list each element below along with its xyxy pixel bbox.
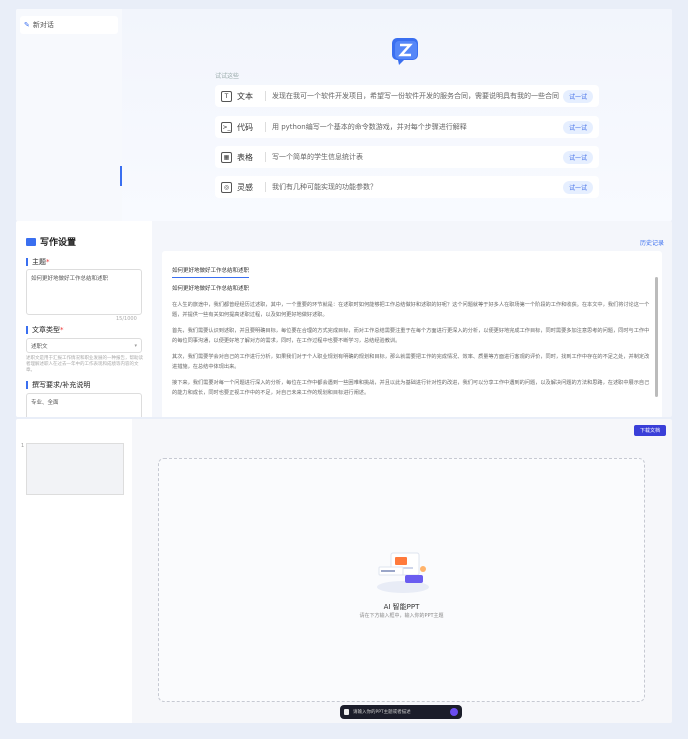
example-card[interactable]: T 文本 发现在我可一个软件开发项目，希望写一份软件开发的服务合同，需要说明具有我的… (215, 85, 599, 107)
ppt-prompt-bar[interactable]: 请输入你的PPT主题或者描述 (340, 705, 462, 719)
try-button[interactable]: 试一试 (562, 120, 593, 134)
writing-icon (26, 237, 36, 246)
example-card[interactable]: >_ 代码 用 python编写一个基本的命令数游戏，并对每个步骤进行解释 试一试 (215, 116, 599, 138)
article-type-select[interactable]: 述职文 ▾ (26, 338, 142, 353)
divider (265, 91, 266, 101)
slide-list: 1 (16, 419, 132, 723)
example-icon: >_ (221, 121, 232, 133)
example-text: 发现在我可一个软件开发项目，希望写一份软件开发的服务合同，需要说明具有我的一些合… (272, 92, 559, 100)
slide-thumbnail[interactable] (26, 443, 124, 495)
new-chat-label: 新对话 (32, 21, 54, 29)
char-count: 15/1000 (116, 316, 137, 322)
try-button[interactable]: 试一试 (562, 180, 593, 194)
doc-scrollbar[interactable] (655, 277, 658, 397)
doc-paragraph: 接下来，我们需要对每一个问题进行深入的分析，每位在工作中都会遇到一些困难和挑战，… (172, 380, 650, 396)
history-link[interactable]: 历史记录 (640, 238, 664, 247)
ppt-illustration-icon (377, 552, 429, 593)
divider (265, 182, 266, 192)
example-name: 灵感 (237, 182, 253, 192)
examples-label: 试试这些 (215, 73, 240, 80)
example-name: 代码 (237, 122, 253, 132)
document-view: 如何更好地做好工作总结和述职 如何更好地做好工作总结和述职 在人生的旅途中，我们… (162, 251, 662, 417)
chat-home-panel: ✎ 新对话 试试这些 T 文本 发现在我可一个软件开发项目，希望写一份软件开发的服务… (16, 9, 672, 221)
sidebar: ✎ 新对话 (16, 9, 122, 221)
chevron-down-icon: ▾ (134, 342, 137, 349)
canvas-subtitle: 请在下方输入框中，输入你的PPT主题 (359, 613, 444, 619)
settings-title-text: 写作设置 (40, 238, 77, 248)
writing-panel: 写作设置 主题* 如何更好地做好工作总结和述职 15/1000 文章类型* 述职… (16, 221, 672, 417)
doc-heading: 如何更好地做好工作总结和述职 (172, 286, 250, 292)
article-type-value: 述职文 (31, 343, 48, 350)
chat-main: 试试这些 T 文本 发现在我可一个软件开发项目，希望写一份软件开发的服务合同，需要说… (122, 9, 672, 221)
example-text: 写一个简单的学生信息统计表 (272, 153, 363, 161)
example-icon: ◎ (221, 181, 232, 193)
try-button[interactable]: 试一试 (562, 89, 593, 103)
settings-title: 写作设置 (26, 235, 76, 248)
example-icon: ▦ (221, 151, 232, 163)
prompt-input[interactable]: 请输入你的PPT主题或者描述 (353, 709, 411, 715)
writing-settings: 写作设置 主题* 如何更好地做好工作总结和述职 15/1000 文章类型* 述职… (16, 221, 152, 417)
document-icon (344, 709, 349, 715)
new-chat-icon: ✎ (24, 21, 30, 29)
type-hint: 述职文是用于汇报工作情况和职业发展的一种报告，帮助读者理解述职人在过去一年中的工… (26, 356, 143, 373)
new-chat-button[interactable]: ✎ 新对话 (20, 16, 118, 34)
doc-paragraph: 其次，我们需要学会对自己的工作进行分析，如果我们对于个人职业规划有明确的规划和目… (172, 354, 650, 370)
example-icon: T (221, 90, 232, 102)
topic-input[interactable]: 如何更好地做好工作总结和述职 (26, 269, 142, 315)
chat-z-logo-icon (392, 38, 418, 65)
doc-tab[interactable]: 如何更好地做好工作总结和述职 (172, 266, 250, 278)
extra-input[interactable]: 专业、全面 (26, 393, 142, 417)
doc-paragraph: 在人生的旅途中，我们都曾经经历过述职，其中，一个重要的环节就是：在述职时如何能够… (172, 302, 650, 318)
example-card[interactable]: ◎ 灵感 我们有几种可能实现的功能参数？ 试一试 (215, 176, 599, 198)
example-name: 文本 (237, 91, 253, 101)
example-text: 用 python编写一个基本的命令数游戏，并对每个步骤进行解释 (272, 123, 467, 131)
divider (265, 152, 266, 162)
topic-label: 主题* (26, 258, 50, 266)
try-button[interactable]: 试一试 (562, 150, 593, 164)
extra-label: 撰写要求/补充说明 (26, 381, 90, 389)
example-text: 我们有几种可能实现的功能参数？ (272, 183, 377, 191)
canvas-title: AI 智能PPT (383, 603, 420, 611)
slide-number: 1 (21, 443, 25, 449)
doc-paragraph: 首先，我们需要认识到述职，并且要明确目标，每位要在合理的方式完成目标，而对工作总… (172, 328, 650, 344)
divider (265, 122, 266, 132)
ppt-panel: 1 下载文档 AI 智能PPT 请在下方输入框中，输入你的PPT主题 请输入你的… (16, 419, 672, 723)
ppt-canvas: AI 智能PPT 请在下方输入框中，输入你的PPT主题 (158, 458, 645, 702)
example-card[interactable]: ▦ 表格 写一个简单的学生信息统计表 试一试 (215, 146, 599, 168)
type-label: 文章类型* (26, 326, 64, 334)
export-button[interactable]: 下载文档 (633, 425, 666, 436)
example-name: 表格 (237, 152, 253, 162)
send-icon[interactable] (450, 708, 458, 716)
